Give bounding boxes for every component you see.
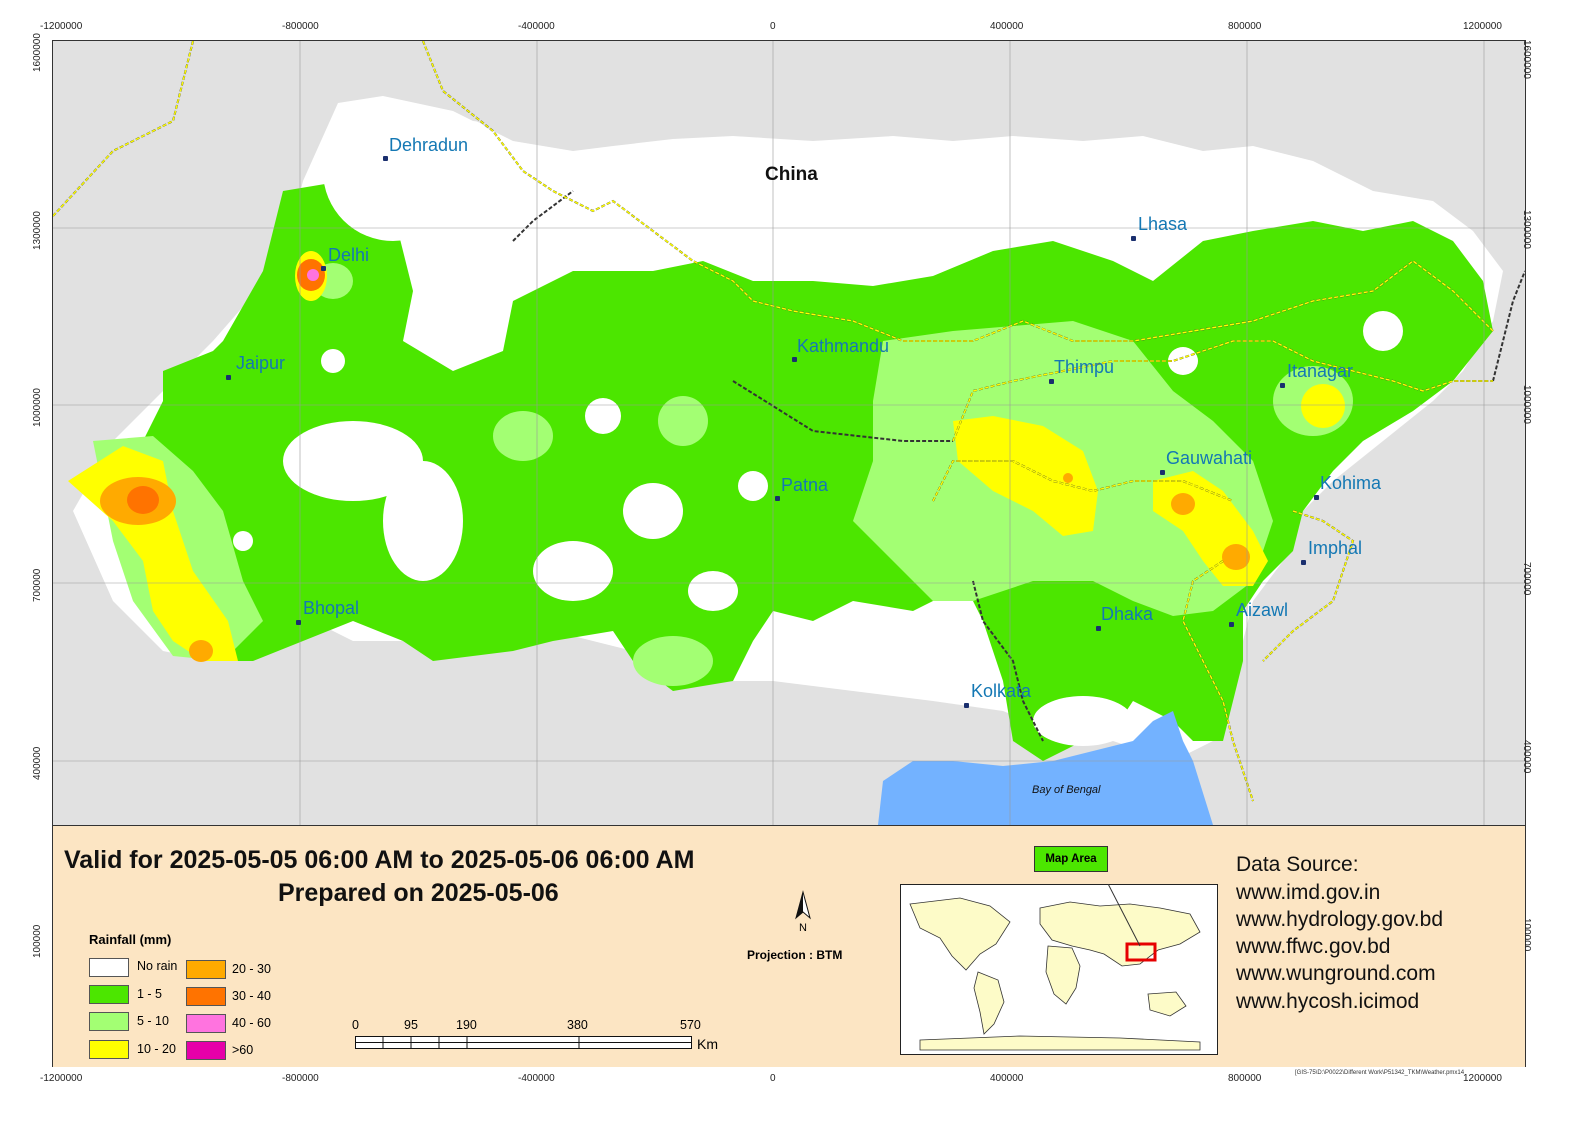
y-tick: 1300000 bbox=[32, 211, 43, 250]
scale-tick: 380 bbox=[567, 1018, 588, 1032]
city-marker bbox=[1314, 495, 1319, 500]
file-path: [GIS-75\D:\P0022\Different Work\P51342_T… bbox=[1295, 1070, 1465, 1076]
city-marker bbox=[775, 496, 780, 501]
city-marker bbox=[1049, 379, 1054, 384]
x-tick-bottom: 800000 bbox=[1228, 1073, 1262, 1084]
city-marker bbox=[226, 375, 231, 380]
x-tick-bottom: 1200000 bbox=[1463, 1073, 1502, 1084]
y-tick-right: 1000000 bbox=[1521, 385, 1532, 424]
city-marker bbox=[792, 357, 797, 362]
data-source-link[interactable]: www.hydrology.gov.bd bbox=[1236, 908, 1443, 932]
x-tick: 400000 bbox=[990, 21, 1024, 32]
legend-label: 20 - 30 bbox=[232, 962, 271, 976]
x-tick: 800000 bbox=[1228, 21, 1262, 32]
north-arrow-icon bbox=[795, 890, 811, 920]
city-marker bbox=[1131, 236, 1136, 241]
legend-label: 10 - 20 bbox=[137, 1042, 176, 1056]
region-40-60 bbox=[307, 269, 319, 281]
y-tick: 100000 bbox=[32, 924, 43, 958]
legend-label: 40 - 60 bbox=[232, 1016, 271, 1030]
city-label[interactable]: Kohima bbox=[1320, 473, 1381, 494]
y-tick: 700000 bbox=[32, 568, 43, 602]
city-marker bbox=[383, 156, 388, 161]
city-marker bbox=[964, 703, 969, 708]
city-label[interactable]: Jaipur bbox=[236, 353, 285, 374]
city-label[interactable]: Dhaka bbox=[1101, 604, 1153, 625]
y-tick: 1600000 bbox=[32, 33, 43, 72]
x-tick-bottom: -800000 bbox=[282, 1073, 319, 1084]
y-tick-right: 1600000 bbox=[1521, 40, 1532, 79]
y-tick-right: 1300000 bbox=[1521, 210, 1532, 249]
prepared-date: Prepared on 2025-05-06 bbox=[278, 879, 559, 907]
data-source-link[interactable]: www.imd.gov.in bbox=[1236, 881, 1380, 905]
legend-label: 5 - 10 bbox=[137, 1014, 169, 1028]
scale-tick: 190 bbox=[456, 1018, 477, 1032]
legend-label: No rain bbox=[137, 959, 178, 973]
city-label[interactable]: Kathmandu bbox=[797, 336, 889, 357]
data-source-link[interactable]: www.wunground.com bbox=[1236, 962, 1436, 986]
scale-tick: 0 bbox=[352, 1018, 359, 1032]
scale-unit: Km bbox=[697, 1036, 718, 1052]
map-area-label: Map Area bbox=[1034, 846, 1108, 872]
sea-label: Bay of Bengal bbox=[1032, 784, 1101, 796]
city-label[interactable]: Delhi bbox=[328, 245, 369, 266]
city-marker bbox=[1096, 626, 1101, 631]
city-marker bbox=[1160, 470, 1165, 475]
city-label[interactable]: Patna bbox=[781, 475, 828, 496]
y-tick: 1000000 bbox=[32, 388, 43, 427]
city-label[interactable]: Bhopal bbox=[303, 598, 359, 619]
city-marker bbox=[1280, 383, 1285, 388]
data-source-link[interactable]: www.ffwc.gov.bd bbox=[1236, 935, 1390, 959]
country-label: China bbox=[765, 164, 818, 185]
legend-label: >60 bbox=[232, 1043, 254, 1057]
city-marker bbox=[296, 620, 301, 625]
city-label[interactable]: Lhasa bbox=[1138, 214, 1187, 235]
legend-swatch-40-60 bbox=[186, 1014, 226, 1033]
projection-label: Projection : BTM bbox=[747, 948, 843, 962]
city-label[interactable]: Imphal bbox=[1308, 538, 1362, 559]
city-marker bbox=[1301, 560, 1306, 565]
x-tick-bottom: -400000 bbox=[518, 1073, 555, 1084]
legend-swatch-10-20 bbox=[89, 1040, 129, 1059]
legend-swatch-5-10 bbox=[89, 1012, 129, 1031]
scale-tick: 95 bbox=[404, 1018, 418, 1032]
city-label[interactable]: Dehradun bbox=[389, 135, 468, 156]
valid-period: Valid for 2025-05-05 06:00 AM to 2025-05… bbox=[64, 846, 695, 874]
scale-tick: 570 bbox=[680, 1018, 701, 1032]
x-tick: 1200000 bbox=[1463, 21, 1502, 32]
scale-bar bbox=[355, 1036, 692, 1049]
city-marker bbox=[1229, 622, 1234, 627]
x-tick: 0 bbox=[770, 21, 776, 32]
city-label[interactable]: Aizawl bbox=[1236, 600, 1288, 621]
data-source-link[interactable]: www.hycosh.icimod bbox=[1236, 990, 1419, 1014]
city-label[interactable]: Thimpu bbox=[1054, 357, 1114, 378]
x-tick: -400000 bbox=[518, 21, 555, 32]
rainfall-map[interactable] bbox=[53, 41, 1525, 825]
legend-swatch-over-60 bbox=[186, 1041, 226, 1060]
y-tick-right: 400000 bbox=[1521, 740, 1532, 774]
x-tick-bottom: -1200000 bbox=[40, 1073, 83, 1084]
north-label: N bbox=[799, 922, 807, 934]
x-tick-bottom: 400000 bbox=[990, 1073, 1024, 1084]
legend-label: 30 - 40 bbox=[232, 989, 271, 1003]
inset-world-map[interactable] bbox=[900, 884, 1220, 1056]
x-tick: -800000 bbox=[282, 21, 319, 32]
y-tick-right: 700000 bbox=[1521, 562, 1532, 596]
legend-title: Rainfall (mm) bbox=[89, 932, 172, 947]
city-marker bbox=[321, 266, 326, 271]
data-source-title: Data Source: bbox=[1236, 853, 1359, 876]
y-tick: 400000 bbox=[32, 746, 43, 780]
legend-swatch-20-30 bbox=[186, 960, 226, 979]
x-tick-bottom: 0 bbox=[770, 1073, 776, 1084]
city-label[interactable]: Kolkata bbox=[971, 681, 1031, 702]
legend-swatch-30-40 bbox=[186, 987, 226, 1006]
legend-label: 1 - 5 bbox=[137, 987, 163, 1001]
x-tick: -1200000 bbox=[40, 21, 83, 32]
city-label[interactable]: Gauwahati bbox=[1166, 448, 1252, 469]
legend-swatch-no-rain bbox=[89, 958, 129, 977]
city-label[interactable]: Itanagar bbox=[1287, 361, 1353, 382]
legend-swatch-1-5 bbox=[89, 985, 129, 1004]
